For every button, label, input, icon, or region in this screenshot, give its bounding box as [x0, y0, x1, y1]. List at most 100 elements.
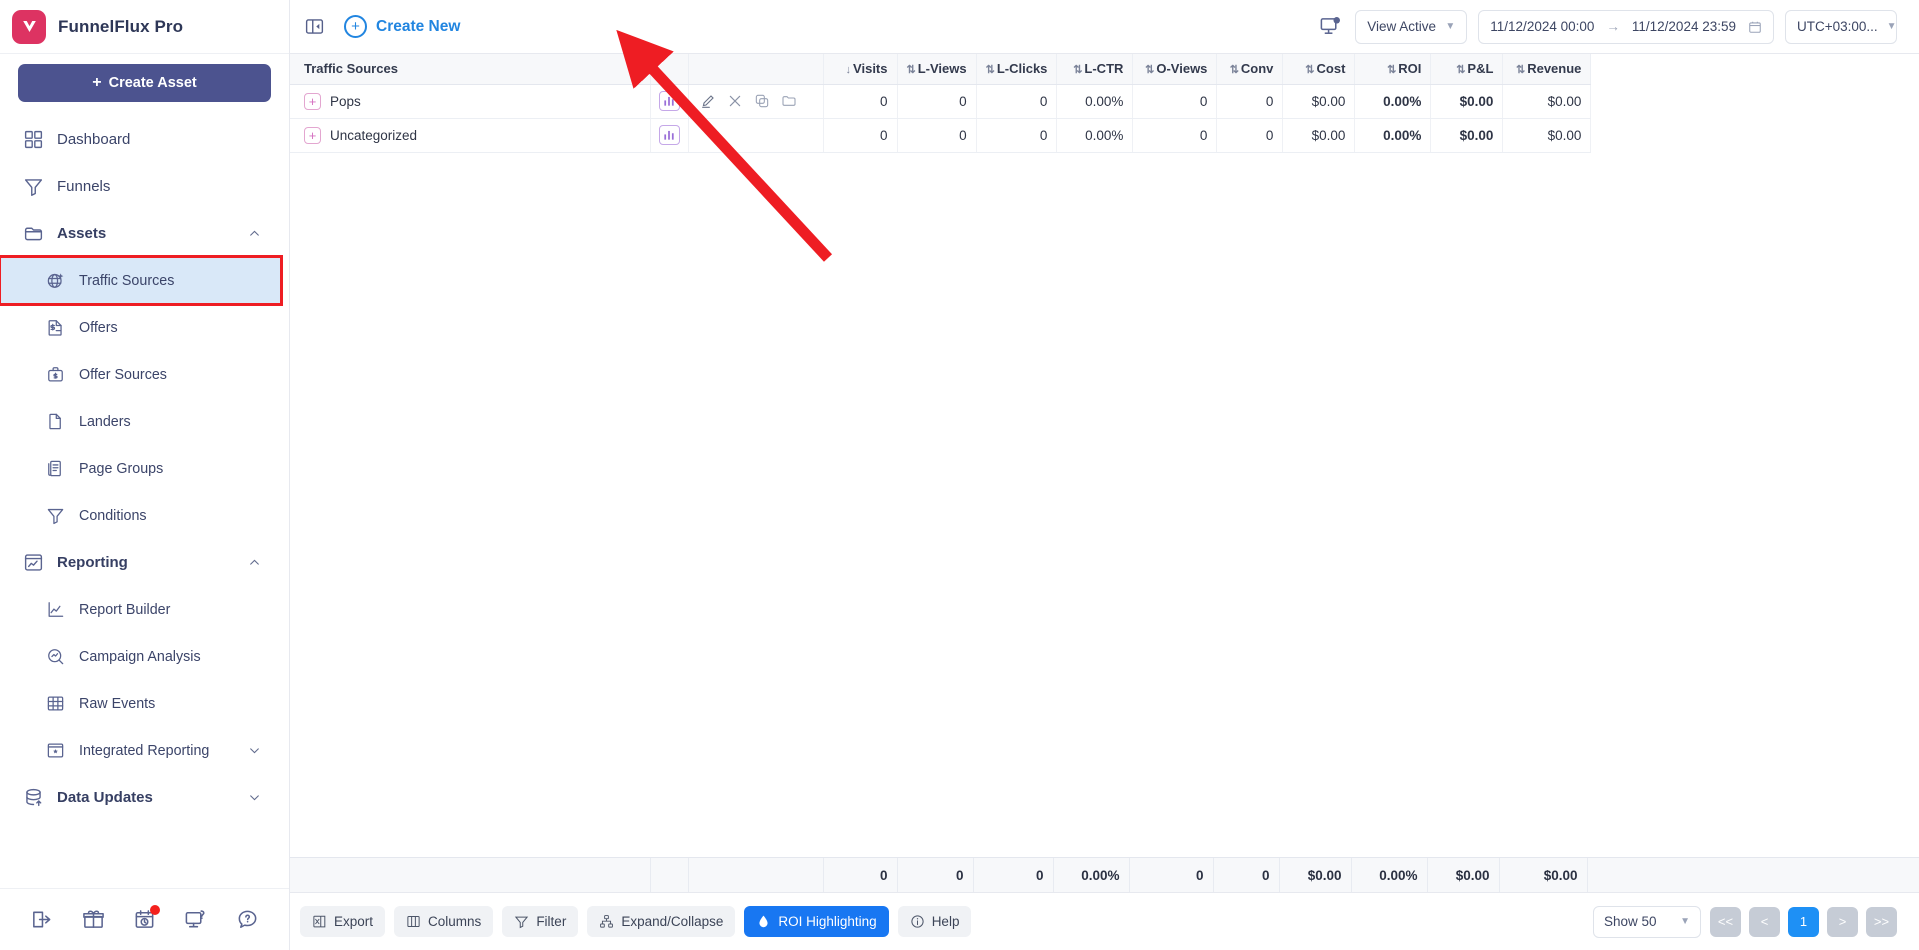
date-range-picker[interactable]: 11/12/2024 00:00 → 11/12/2024 23:59 [1478, 9, 1774, 44]
sidebar-item-data-updates[interactable]: Data Updates [0, 774, 289, 821]
row-cell-visits: 0 [823, 118, 898, 153]
column-header-pl[interactable]: ⇅ P&L [1430, 54, 1504, 85]
expand-plus-icon[interactable]: + [304, 92, 321, 110]
sidebar-collapse-icon[interactable] [300, 13, 328, 41]
table-row[interactable]: + Pops 0 0 0 0.00% 0 0 $0.00 0.00% $0.00 $0.00 [290, 84, 1592, 119]
pagination-button-nav-4[interactable]: >> [1866, 906, 1897, 937]
sort-indicator-icon: ⇅ [1456, 64, 1466, 77]
expand-plus-icon[interactable]: + [304, 126, 321, 144]
button-label: Filter [536, 914, 567, 929]
row-cell-revenue: $0.00 [1502, 84, 1592, 119]
sidebar-item-dashboard[interactable]: Dashboard [0, 116, 289, 163]
edit-pencil-icon[interactable] [697, 90, 719, 112]
sidebar-item-traffic-sources[interactable]: Traffic Sources [0, 255, 283, 306]
gift-icon[interactable] [80, 907, 106, 933]
column-header-label: Cost [1316, 61, 1346, 77]
row-cell-cost: $0.00 [1282, 118, 1356, 153]
sidebar-item-report-builder[interactable]: Report Builder [0, 586, 289, 633]
filter-button[interactable]: Filter [502, 906, 579, 937]
sidebar-item-label: Assets [57, 225, 107, 242]
traffic-sources-globe-icon [44, 270, 66, 292]
create-asset-container: + Create Asset [0, 54, 289, 108]
export-button[interactable]: Export [300, 906, 386, 937]
table-header-row: Traffic Sources ↓ Visits ⇅ L-Views ⇅ L-Clicks ⇅… [290, 54, 1592, 85]
row-chart-icon[interactable] [658, 91, 680, 111]
create-asset-button[interactable]: + Create Asset [18, 64, 271, 102]
totals-chart-cell [650, 858, 689, 892]
column-header-oviews[interactable]: ⇅ O-Views [1132, 54, 1218, 85]
chevron-down-icon[interactable] [248, 791, 261, 804]
sort-indicator-icon: ⇅ [1305, 64, 1315, 77]
sidebar-item-landers[interactable]: Landers [0, 398, 289, 445]
sidebar-item-page-groups[interactable]: Page Groups [0, 445, 289, 492]
column-header-name[interactable]: Traffic Sources [290, 54, 651, 85]
chevron-up-icon[interactable] [248, 556, 261, 569]
view-filter-value: View Active [1367, 19, 1437, 34]
brand-header: FunnelFlux Pro [0, 0, 289, 54]
timezone-select[interactable]: UTC+03:00... ▼ [1785, 9, 1897, 44]
support-monitor-icon[interactable] [183, 907, 209, 933]
integrated-reporting-icon [44, 740, 66, 762]
button-label: Expand/Collapse [621, 914, 724, 929]
expand-collapse-button[interactable]: Expand/Collapse [587, 906, 736, 937]
create-new-button[interactable]: + Create New [344, 15, 460, 38]
sidebar-nav: Dashboard Funnels Assets Traffic Sources Off… [0, 108, 289, 888]
help-question-icon[interactable] [234, 907, 260, 933]
row-cell-cost: $0.00 [1282, 84, 1356, 119]
sort-indicator-icon: ⇅ [1387, 64, 1397, 77]
top-toolbar: + Create New View Active ▼ 11/12/2024 00… [290, 0, 1919, 54]
traffic-sources-table: Traffic Sources ↓ Visits ⇅ L-Views ⇅ L-Clicks ⇅… [290, 54, 1592, 153]
column-header-chart[interactable] [650, 54, 689, 85]
row-name-cell: + Pops [290, 84, 651, 119]
column-header-lviews[interactable]: ⇅ L-Views [897, 54, 977, 85]
sidebar-item-integrated-reporting[interactable]: Integrated Reporting [0, 727, 289, 774]
view-filter-select[interactable]: View Active ▼ [1355, 9, 1468, 44]
chevron-up-icon[interactable] [248, 227, 261, 240]
traffic-sources-table-area: Traffic Sources ↓ Visits ⇅ L-Views ⇅ L-Clicks ⇅… [290, 54, 1919, 857]
pagination-button-nav-0[interactable]: << [1710, 906, 1741, 937]
sidebar-item-assets[interactable]: Assets [0, 210, 289, 257]
pagination-button-nav-1[interactable]: < [1749, 906, 1780, 937]
column-header-label: L-Views [917, 61, 967, 77]
sidebar-item-offer-sources[interactable]: Offer Sources [0, 351, 289, 398]
column-header-revenue[interactable]: ⇅ Revenue [1502, 54, 1592, 85]
plus-circle-icon: + [344, 15, 367, 38]
changelog-clock-icon[interactable] [131, 904, 161, 933]
delete-x-icon[interactable] [724, 90, 746, 112]
sidebar-item-campaign-analysis[interactable]: Campaign Analysis [0, 633, 289, 680]
filter-funnel-icon [514, 914, 529, 929]
sidebar-item-reporting[interactable]: Reporting [0, 539, 289, 586]
session-monitor-icon[interactable] [1316, 13, 1344, 41]
page-size-select[interactable]: Show 50 ▼ [1593, 905, 1701, 938]
button-label: Columns [428, 914, 482, 929]
sidebar-item-raw-events[interactable]: Raw Events [0, 680, 289, 727]
column-header-actions[interactable] [688, 54, 824, 85]
column-header-lctr[interactable]: ⇅ L-CTR [1056, 54, 1134, 85]
duplicate-copy-icon[interactable] [751, 90, 773, 112]
column-header-lclicks[interactable]: ⇅ L-Clicks [976, 54, 1058, 85]
row-chart-icon[interactable] [658, 125, 680, 145]
row-cell-pl: $0.00 [1430, 118, 1504, 153]
column-header-roi[interactable]: ⇅ ROI [1354, 54, 1432, 85]
columns-button[interactable]: Columns [394, 906, 494, 937]
column-header-cost[interactable]: ⇅ Cost [1282, 54, 1356, 85]
help-button[interactable]: Help [897, 906, 972, 937]
sidebar-item-label: Offer Sources [79, 366, 167, 383]
column-header-conv[interactable]: ⇅ Conv [1216, 54, 1284, 85]
table-totals-row-container: 0 0 0 0.00% 0 0 $0.00 0.00% $0.00 $0.00 [290, 857, 1919, 892]
table-row[interactable]: + Uncategorized 0 0 0 0.00% 0 0 $0.00 0.00% $0.00 $… [290, 118, 1592, 153]
funnelflux-logo-icon [12, 9, 46, 44]
chevron-down-icon[interactable] [248, 744, 261, 757]
row-cell-lviews: 0 [897, 118, 977, 153]
pagination-button-current[interactable]: 1 [1788, 906, 1819, 937]
move-folder-icon[interactable] [778, 90, 800, 112]
sort-indicator-icon: ↓ [845, 64, 852, 77]
roi-highlighting-button[interactable]: ROI Highlighting [744, 906, 889, 937]
totals-name-cell [290, 858, 651, 892]
sidebar-item-funnels[interactable]: Funnels [0, 163, 289, 210]
logout-icon[interactable] [29, 907, 55, 933]
pagination-button-nav-3[interactable]: > [1827, 906, 1858, 937]
sidebar-item-conditions[interactable]: Conditions [0, 492, 289, 539]
sidebar-item-offers[interactable]: Offers [0, 304, 289, 351]
column-header-visits[interactable]: ↓ Visits [823, 54, 898, 85]
